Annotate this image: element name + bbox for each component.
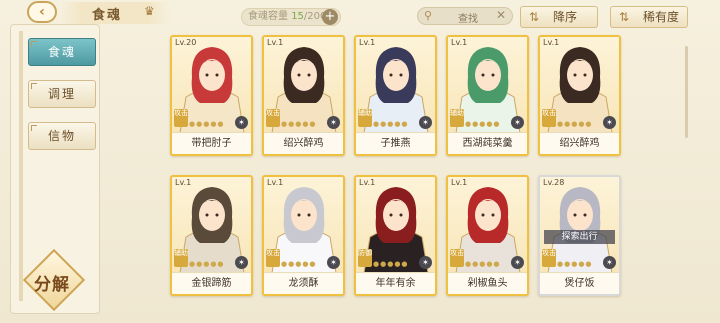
sort-rarity-icon: ⇅	[619, 10, 630, 24]
food-soul-card[interactable]: Lv.1 攻击 ●●●●● ✶ 龙须酥	[262, 175, 345, 296]
food-soul-card[interactable]: Lv.1 辅助 ●●●●● ✶ 西湖莼菜羹	[446, 35, 529, 156]
element-icon: ✶	[327, 256, 340, 269]
level-label: Lv.1	[359, 38, 376, 47]
search-placeholder: 查找	[458, 14, 478, 25]
top-bar: ‹ 食魂 ♛ 食魂容量 15/200 + ⚲ 查找 ✕ ⇅ 降序 ⇅ 稀有度	[0, 0, 720, 34]
expand-capacity-button[interactable]: +	[322, 9, 338, 25]
food-soul-card[interactable]: Lv.1 辅助 ●●●●● ✶ 子推燕	[354, 35, 437, 156]
decompose-button[interactable]: 分解	[22, 248, 86, 312]
level-label: Lv.20	[175, 38, 197, 47]
element-icon: ✶	[419, 116, 432, 129]
role-badge: 攻击	[450, 249, 464, 267]
search-icon: ⚲	[424, 9, 433, 22]
level-label: Lv.1	[175, 178, 192, 187]
card-name: 绍兴醉鸡	[540, 132, 619, 154]
card-name: 剁椒鱼头	[448, 272, 527, 294]
rank-pips: ●●●●●	[281, 260, 317, 268]
card-name: 绍兴醉鸡	[264, 132, 343, 154]
card-name: 煲仔饭	[540, 272, 619, 294]
level-label: Lv.1	[543, 38, 560, 47]
food-soul-card[interactable]: Lv.1 辅助 ●●●●● ✶ 金银蹄筋	[170, 175, 253, 296]
element-icon: ✶	[327, 116, 340, 129]
rank-pips: ●●●●●	[465, 260, 501, 268]
level-label: Lv.1	[451, 178, 468, 187]
capacity-label: 食魂容量	[248, 11, 288, 22]
role-badge: 攻击	[266, 249, 280, 267]
level-label: Lv.28	[543, 178, 565, 187]
tab-food-soul[interactable]: 食魂	[28, 38, 96, 66]
element-icon: ✶	[235, 256, 248, 269]
card-name: 年年有余	[356, 272, 435, 294]
back-arrow-icon: ‹	[39, 4, 45, 20]
element-icon: ✶	[603, 256, 616, 269]
food-soul-card[interactable]: Lv.20 攻击 ●●●●● ✶ 带把肘子	[170, 35, 253, 156]
role-badge: 攻击	[266, 109, 280, 127]
rank-pips: ●●●●●	[373, 260, 409, 268]
level-label: Lv.1	[267, 178, 284, 187]
back-button[interactable]: ‹	[27, 1, 57, 23]
rank-pips: ●●●●●	[557, 120, 593, 128]
food-soul-screen: ‹ 食魂 ♛ 食魂容量 15/200 + ⚲ 查找 ✕ ⇅ 降序 ⇅ 稀有度 食…	[0, 0, 720, 323]
level-label: Lv.1	[359, 178, 376, 187]
role-badge: 辅助	[174, 249, 188, 267]
element-icon: ✶	[235, 116, 248, 129]
rank-pips: ●●●●●	[189, 120, 225, 128]
scrollbar[interactable]	[685, 46, 688, 138]
food-soul-card[interactable]: Lv.1 攻击 ●●●●● ✶ 绍兴醉鸡	[538, 35, 621, 156]
card-name: 龙须酥	[264, 272, 343, 294]
sort-order-button[interactable]: ⇅ 降序	[520, 6, 598, 28]
sort-order-icon: ⇅	[529, 10, 540, 24]
role-badge: 辅助	[358, 109, 372, 127]
food-soul-card[interactable]: Lv.1 攻击 ●●●●● ✶ 绍兴醉鸡	[262, 35, 345, 156]
level-label: Lv.1	[267, 38, 284, 47]
food-soul-card[interactable]: Lv.1 防御 ●●●●● ✶ 年年有余	[354, 175, 437, 296]
sidebar-rail	[19, 31, 23, 301]
clear-icon[interactable]: ✕	[496, 8, 506, 22]
search-input[interactable]: ⚲ 查找 ✕	[417, 7, 513, 25]
rank-pips: ●●●●●	[189, 260, 225, 268]
tab-keepsake[interactable]: 信物	[28, 122, 96, 150]
element-icon: ✶	[603, 116, 616, 129]
crown-icon: ♛	[144, 4, 155, 18]
sort-order-label: 降序	[553, 10, 578, 24]
element-icon: ✶	[511, 116, 524, 129]
sort-rarity-label: 稀有度	[643, 10, 680, 24]
role-badge: 攻击	[542, 109, 556, 127]
rank-pips: ●●●●●	[373, 120, 409, 128]
tab-seasoning[interactable]: 调理	[28, 80, 96, 108]
page-title: 食魂	[92, 8, 123, 23]
element-icon: ✶	[419, 256, 432, 269]
role-badge: 辅助	[450, 109, 464, 127]
sort-rarity-button[interactable]: ⇅ 稀有度	[610, 6, 688, 28]
card-name: 西湖莼菜羹	[448, 132, 527, 154]
food-soul-card[interactable]: Lv.28 攻击 ●●●●● ✶ 探索出行煲仔饭	[538, 175, 621, 296]
card-name: 带把肘子	[172, 132, 251, 154]
rank-pips: ●●●●●	[465, 120, 501, 128]
card-name: 金银蹄筋	[172, 272, 251, 294]
rank-pips: ●●●●●	[557, 260, 593, 268]
element-icon: ✶	[511, 256, 524, 269]
food-soul-card[interactable]: Lv.1 攻击 ●●●●● ✶ 剁椒鱼头	[446, 175, 529, 296]
rank-pips: ●●●●●	[281, 120, 317, 128]
role-badge: 攻击	[542, 249, 556, 267]
role-badge: 防御	[358, 249, 372, 267]
decompose-label: 分解	[34, 275, 70, 295]
capacity-count: 15	[291, 11, 304, 22]
card-name: 子推燕	[356, 132, 435, 154]
role-badge: 攻击	[174, 109, 188, 127]
status-badge: 探索出行	[544, 230, 615, 244]
level-label: Lv.1	[451, 38, 468, 47]
